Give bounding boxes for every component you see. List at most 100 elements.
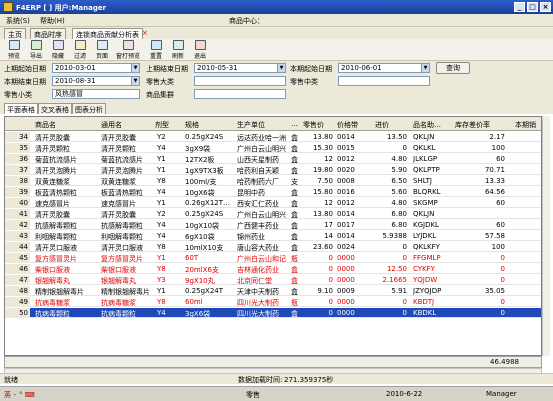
- category-small-field[interactable]: 风热感冒: [52, 89, 140, 99]
- col-header-spec[interactable]: 规格: [185, 120, 225, 130]
- col-header-maker[interactable]: 生产单位: [237, 120, 277, 130]
- table-row[interactable]: 35 清开灵颗粒 清开灵颗粒 Y4 3gX9袋 广州白云山明兴盒 15.30 0015 0 QKL…: [5, 143, 541, 153]
- refresh-button[interactable]: 刷新: [168, 40, 188, 60]
- cell-form: Y4: [157, 188, 166, 196]
- cell-rate: 100: [491, 144, 505, 152]
- col-header-band[interactable]: 价格带: [337, 120, 367, 130]
- minimize-button[interactable]: _: [514, 2, 525, 12]
- col-header-name[interactable]: 商品名: [35, 120, 95, 130]
- row-number: 34: [5, 132, 30, 142]
- cell-generic: 银翘解毒丸: [101, 277, 136, 285]
- table-row[interactable]: 46 柴银口服液 柴银口服液 Y8 20mlX6支 吉林通化药业盒 0 0000 12.50 CY…: [5, 264, 541, 274]
- table-row[interactable]: 49 抗病毒糖浆 抗病毒糖浆 Y8 60ml 四川光大制药瓶 0 0000 0 KBDTJ 0: [5, 297, 541, 307]
- cell-price: 0: [328, 309, 333, 317]
- table-row[interactable]: 50 抗病毒颗粒 抗病毒颗粒 Y4 3gX6袋 四川光大制药盒 0 0000 0 KBDKL 0: [5, 308, 541, 318]
- table-row[interactable]: 44 清开灵口服液 清开灵口服液 Y8 10mlX10支 唐山容大药业 盒 23.60 0024…: [5, 242, 541, 252]
- hide-button[interactable]: 隐藏: [48, 40, 68, 60]
- cell-rate: 60: [496, 199, 505, 207]
- table-row[interactable]: 37 清开灵泡腾片 清开灵泡腾片 Y1 1gX9TX3板 哈药利自天颖 盒 19.80 0020…: [5, 165, 541, 175]
- table-row[interactable]: 41 清开灵胶囊 清开灵胶囊 Y2 0.25gX24S 广州白云山明兴盒 13.80 0014…: [5, 209, 541, 219]
- window-title: F4ERP [ ] 用户:Manager: [16, 4, 107, 12]
- table-row[interactable]: 38 双黄连糖浆 双黄连糖浆 Y8 100ml/支 哈药制药六厂 支 7.50 0008 6.50…: [5, 176, 541, 186]
- toolbar: 预览 导出 隐藏 过滤 页面 窗打预览 重置 刷新 退出: [0, 39, 553, 61]
- tab-chart-analysis[interactable]: 图表分析: [72, 103, 106, 114]
- col-header-code[interactable]: 品名助…: [413, 120, 453, 130]
- prev-end-field[interactable]: 2010-05-31 ▼: [194, 63, 286, 73]
- export-button[interactable]: 导出: [26, 40, 46, 60]
- dropdown-arrow-icon[interactable]: ▼: [131, 64, 139, 72]
- table-row[interactable]: 36 菊蓝抗流感片 菊蓝抗流感片 Y1 12TX2板 山西天星制药 盒 12 0012 4.80 J…: [5, 154, 541, 164]
- cell-generic: 清开灵口服液: [101, 244, 143, 252]
- menu-bar: 系统(S) 帮助(H) 商品中心：: [0, 14, 553, 27]
- prev-start-field[interactable]: 2010-03-01 ▼: [52, 63, 140, 73]
- tab-chain-contribution[interactable]: 连锁商品贡献分析表: [72, 28, 143, 39]
- table-row[interactable]: 40 速克感冒片 速克感冒片 Y1 0.26gX12T… 西安汇仁药业 盒 12 0012 4.8…: [5, 198, 541, 208]
- preview-button[interactable]: 预览: [4, 40, 24, 60]
- col-header-form[interactable]: 剂型: [155, 120, 181, 130]
- table-row[interactable]: 34 清开灵胶囊 清开灵胶囊 Y2 0.25gX24S 远达药业哈一洲盒 13.80 0014…: [5, 132, 541, 142]
- cell-form: Y4: [157, 309, 166, 317]
- print-preview-button[interactable]: 窗打预览: [114, 40, 142, 60]
- category-large-field[interactable]: [194, 76, 286, 86]
- query-button[interactable]: 查询: [436, 62, 470, 74]
- cell-code: QKLKFY: [413, 243, 440, 251]
- col-header-rate[interactable]: 库存差价率: [455, 120, 505, 130]
- cell-form: Y1: [157, 166, 166, 174]
- table-row[interactable]: 42 抗感解毒颗粒 抗感解毒颗粒 Y4 10gX10袋 广西健丰药业 盒 17 0017 6.80…: [5, 220, 541, 230]
- table-row[interactable]: 43 利咽解毒颗粒 利咽解毒颗粒 Y4 6gX10袋 锦州药业 盒 14 0014 5.9388 L…: [5, 231, 541, 241]
- col-header-unit[interactable]: …: [291, 120, 301, 128]
- page-button[interactable]: 页面: [92, 40, 112, 60]
- category-mid-field[interactable]: [338, 76, 430, 86]
- dropdown-arrow-icon[interactable]: ▼: [277, 64, 285, 72]
- load-time-value: 271.359375秒: [284, 376, 334, 384]
- date-label: 2010-6-22: [386, 390, 423, 398]
- close-button[interactable]: ×: [540, 2, 551, 12]
- cell-rate: 0: [500, 265, 505, 273]
- menu-system[interactable]: 系统(S): [6, 16, 30, 26]
- dropdown-arrow-icon[interactable]: ▼: [131, 77, 139, 85]
- cell-form: Y1: [157, 287, 166, 295]
- cell-name: 银翘解毒丸: [35, 277, 70, 285]
- col-header-sales[interactable]: 本期销: [515, 120, 541, 130]
- cur-end-field[interactable]: 2010-08-31 ▼: [52, 76, 140, 86]
- cell-band: 0017: [337, 221, 355, 229]
- exit-button[interactable]: 退出: [190, 40, 210, 60]
- cell-cost: 0: [402, 144, 407, 152]
- tab-flat-table[interactable]: 平面表格: [4, 103, 38, 114]
- tab-home[interactable]: 主页: [4, 28, 26, 39]
- cell-band: 0014: [337, 232, 355, 240]
- table-row[interactable]: 48 精制银翘解毒片 精制银翘解毒片 Y1 0.25gX24T 天津中天制药 盒 9.10 00…: [5, 286, 541, 296]
- cell-generic: 双黄连糖浆: [101, 178, 136, 186]
- grid-header: 商品名 通用名 剂型 规格 生产单位 … 零售价 价格带 进价 品名助… 库存差…: [5, 117, 541, 131]
- close-tab-icon[interactable]: ×: [142, 29, 148, 37]
- maximize-button[interactable]: □: [527, 2, 538, 12]
- cell-name: 速克感冒片: [35, 200, 70, 208]
- row-number: 43: [5, 231, 30, 241]
- cell-generic: 菊蓝抗流感片: [101, 156, 143, 164]
- ime-icon[interactable]: 英 ･ ° ⌨: [4, 390, 35, 400]
- filter-button[interactable]: 过滤: [70, 40, 90, 60]
- cell-code: BLQRKL: [413, 188, 441, 196]
- col-header-cost[interactable]: 进价: [375, 120, 405, 130]
- product-set-field[interactable]: [194, 89, 286, 99]
- tab-product-timing[interactable]: 商品时序: [30, 28, 66, 39]
- col-header-generic[interactable]: 通用名: [101, 120, 151, 130]
- col-header-price[interactable]: 零售价: [303, 120, 333, 130]
- module-label: 零售: [246, 391, 260, 399]
- table-row[interactable]: 39 板蓝清热颗粒 板蓝清热颗粒 Y4 10gX6袋 昆明中药 盒 15.80 0016 5.60…: [5, 187, 541, 197]
- cell-form: Y1: [157, 199, 166, 207]
- table-row[interactable]: 47 银翘解毒丸 银翘解毒丸 Y3 9gX10丸 北京同仁堂盒 0 0000 2.1665 YQJ…: [5, 275, 541, 285]
- reset-icon: [150, 40, 162, 50]
- cell-rate: 100: [491, 243, 505, 251]
- table-row[interactable]: 45 复方感冒灵片 复方感冒灵片 Y1 60T 广州白云山和记瓶 0 0000 0 FFGMLP 0: [5, 253, 541, 263]
- cur-start-field[interactable]: 2010-06-01 ▼: [338, 63, 430, 73]
- cell-code: CYKFY: [413, 265, 435, 273]
- vertical-scrollbar[interactable]: [542, 116, 550, 356]
- reset-button[interactable]: 重置: [146, 40, 166, 60]
- dropdown-arrow-icon[interactable]: ▼: [421, 64, 429, 72]
- menu-help[interactable]: 帮助(H): [40, 16, 65, 26]
- cell-spec: 0.26gX12T…: [185, 199, 231, 207]
- tab-cross-table[interactable]: 交叉表格: [38, 103, 72, 114]
- data-grid[interactable]: 商品名 通用名 剂型 规格 生产单位 … 零售价 价格带 进价 品名助… 库存差…: [4, 116, 542, 356]
- category-mid-label: 零售中类: [290, 78, 318, 86]
